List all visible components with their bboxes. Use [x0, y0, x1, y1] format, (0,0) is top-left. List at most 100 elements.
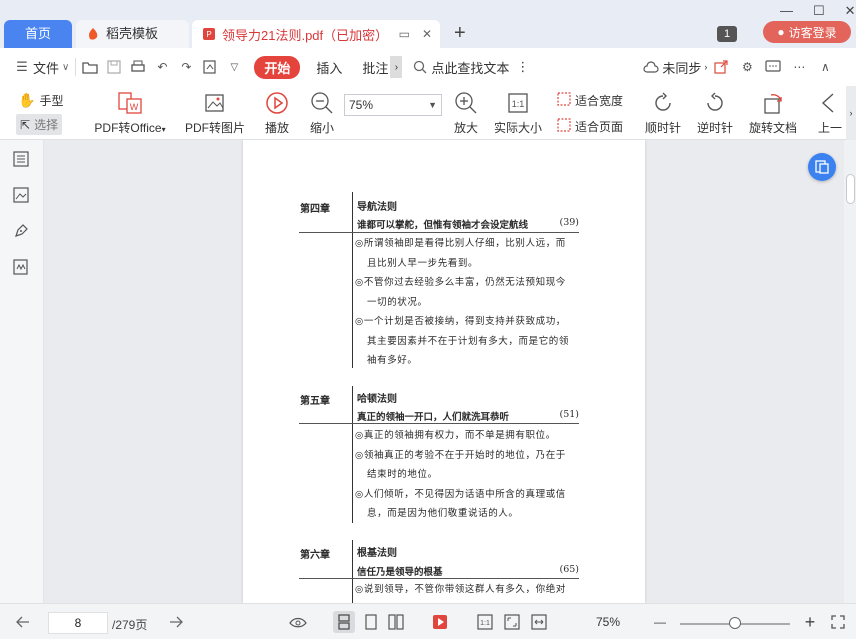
fit-page-icon[interactable] — [503, 613, 521, 631]
sync-status[interactable]: 未同步 › — [643, 58, 707, 77]
fit-width-icon[interactable] — [530, 613, 548, 631]
document-viewport[interactable]: 第四章 导航法则 谁都可以掌舵，但惟有领袖才会设定航线 (39) ◎所谓领袖即是… — [44, 140, 844, 603]
chevron-down-icon: ∨ — [62, 61, 70, 73]
guest-login-label: 访客登录 — [788, 25, 837, 40]
next-page-arrow-icon[interactable] — [167, 613, 185, 631]
hand-tool-label: 手型 — [39, 94, 64, 108]
point-line: ◎说到领导，不管你带领这群人有多久，你绝对 — [355, 584, 566, 595]
undo-icon[interactable]: ↶ — [154, 59, 170, 75]
annotation-pen-icon[interactable] — [13, 223, 31, 241]
fullscreen-icon[interactable] — [829, 613, 847, 631]
search-box[interactable]: 点此查找文本 ⋮ — [412, 58, 529, 77]
single-page-icon[interactable] — [362, 613, 380, 631]
scrollbar-thumb[interactable] — [846, 174, 855, 204]
previous-page-button[interactable]: 上一 — [816, 90, 844, 136]
law-title: 根基法则 — [357, 548, 397, 559]
zoom-out-icon — [309, 90, 335, 116]
zoom-select-value: 75% — [349, 98, 374, 112]
zoom-percent[interactable]: 75% — [596, 615, 620, 629]
ribbon-scroll-right[interactable]: › — [846, 86, 856, 140]
pdf-to-office-button[interactable]: W PDF转Office▾ — [92, 90, 168, 136]
actual-size-button[interactable]: 1:1 实际大小 — [492, 90, 544, 136]
guest-login-button[interactable]: ● 访客登录 — [763, 21, 851, 43]
zoom-out-label: 缩小 — [309, 121, 334, 135]
settings-gear-icon[interactable]: ⚙ — [739, 59, 755, 75]
pdf-page: 第四章 导航法则 谁都可以掌舵，但惟有领袖才会设定航线 (39) ◎所谓领袖即是… — [243, 140, 645, 603]
pdf-to-image-button[interactable]: PDF转图片 — [184, 90, 246, 136]
tab-template-label: 稻壳模板 — [106, 26, 159, 41]
rotate-document-button[interactable]: 旋转文档 — [748, 90, 798, 136]
collapse-ribbon-icon[interactable]: ∧ — [817, 59, 833, 75]
share-icon[interactable] — [713, 59, 729, 75]
two-page-icon[interactable] — [387, 613, 405, 631]
chevron-down-icon: ▼ — [428, 100, 437, 110]
thumbnail-icon[interactable] — [13, 187, 31, 205]
more-vertical-icon[interactable]: ⋮ — [516, 59, 529, 75]
hand-tool-button[interactable]: ✋ 手型 — [18, 92, 63, 109]
tab-home[interactable]: 首页 — [4, 20, 72, 48]
more-horizontal-icon[interactable]: ⋯ — [791, 59, 807, 75]
save-icon[interactable] — [106, 59, 122, 75]
menu-scroll-right[interactable]: › — [390, 56, 403, 78]
select-tool-button[interactable]: ⇱ 选择 — [16, 114, 63, 135]
point-line: 息，而是因为他们敬重说话的人。 — [367, 508, 519, 519]
outline-icon[interactable] — [13, 151, 31, 169]
tab-document[interactable]: P 领导力21法则.pdf（已加密） ▭ ✕ — [192, 20, 440, 48]
divider — [75, 58, 77, 76]
zoom-in-icon — [453, 90, 479, 116]
actual-size-icon: 1:1 — [505, 90, 531, 116]
point-line: ◎不管你过去经验多么丰富，仍然无法预知现今 — [355, 277, 566, 288]
chapter-label: 第六章 — [300, 550, 330, 561]
close-tab-icon[interactable]: ✕ — [422, 27, 432, 41]
zoom-in-plus-icon[interactable]: + — [801, 612, 819, 632]
zoom-out-minus-icon[interactable]: — — [651, 613, 669, 631]
page-number-input[interactable]: 8 — [48, 612, 108, 634]
comment-icon[interactable] — [765, 59, 782, 75]
open-folder-icon[interactable] — [82, 59, 98, 75]
minimize-icon[interactable]: — — [780, 3, 793, 19]
tab-start[interactable]: 开始 — [254, 55, 301, 79]
maximize-icon[interactable]: ☐ — [813, 3, 825, 19]
rotate-counterclockwise-icon — [702, 90, 728, 116]
vertical-scrollbar[interactable] — [844, 140, 856, 603]
signature-icon[interactable] — [13, 259, 31, 277]
search-placeholder: 点此查找文本 — [431, 60, 510, 76]
play-button[interactable]: 播放 — [262, 90, 292, 136]
print-icon[interactable] — [130, 59, 146, 75]
redo-icon[interactable]: ↷ — [178, 59, 194, 75]
floating-tool-button[interactable] — [808, 153, 836, 181]
law-page-number: (51) — [559, 409, 579, 420]
play-slideshow-icon[interactable] — [431, 613, 449, 631]
search-icon — [412, 59, 428, 75]
zoom-in-button[interactable]: 放大 — [452, 90, 480, 136]
fit-width-button[interactable]: 适合宽度 — [557, 92, 623, 109]
point-line: 袖有多好。 — [367, 355, 418, 366]
law-subtitle: 谁都可以掌舵，但惟有领袖才会设定航线 (39) — [357, 217, 579, 231]
export-icon[interactable] — [202, 59, 218, 75]
dropdown-arrow-icon[interactable]: ▽ — [226, 59, 242, 75]
new-tab-button[interactable]: + — [454, 22, 466, 45]
tab-template[interactable]: 稻壳模板 — [76, 20, 189, 48]
tab-annotate[interactable]: 批注 — [362, 58, 388, 77]
zoom-out-button[interactable]: 缩小 — [307, 90, 337, 136]
window-count-badge[interactable]: 1 — [717, 26, 737, 42]
rotate-counterclockwise-button[interactable]: 逆时针 — [696, 90, 734, 136]
rotate-clockwise-button[interactable]: 顺时针 — [644, 90, 682, 136]
prev-page-arrow-icon[interactable] — [14, 613, 32, 631]
previous-page-icon — [817, 90, 843, 116]
fit-page-button[interactable]: 适合页面 — [557, 118, 623, 135]
eye-protection-icon[interactable] — [289, 613, 307, 631]
previous-page-label: 上一 — [817, 121, 842, 135]
rotate-counterclockwise-label: 逆时针 — [696, 121, 733, 135]
file-menu[interactable]: ☰ 文件 ∨ — [14, 58, 69, 77]
zoom-select[interactable]: 75% ▼ — [344, 94, 442, 116]
document-title: 领导力21法则.pdf（已加密） — [222, 27, 389, 43]
zoom-slider-knob[interactable] — [729, 617, 741, 629]
close-window-icon[interactable]: ✕ — [845, 3, 856, 19]
tab-window-icon[interactable]: ▭ — [399, 27, 410, 41]
law-page-number: (65) — [559, 564, 579, 575]
actual-size-icon[interactable]: 1:1 — [476, 613, 494, 631]
single-page-continuous-icon[interactable] — [333, 611, 355, 633]
divider — [352, 386, 353, 523]
tab-insert[interactable]: 插入 — [316, 58, 342, 77]
